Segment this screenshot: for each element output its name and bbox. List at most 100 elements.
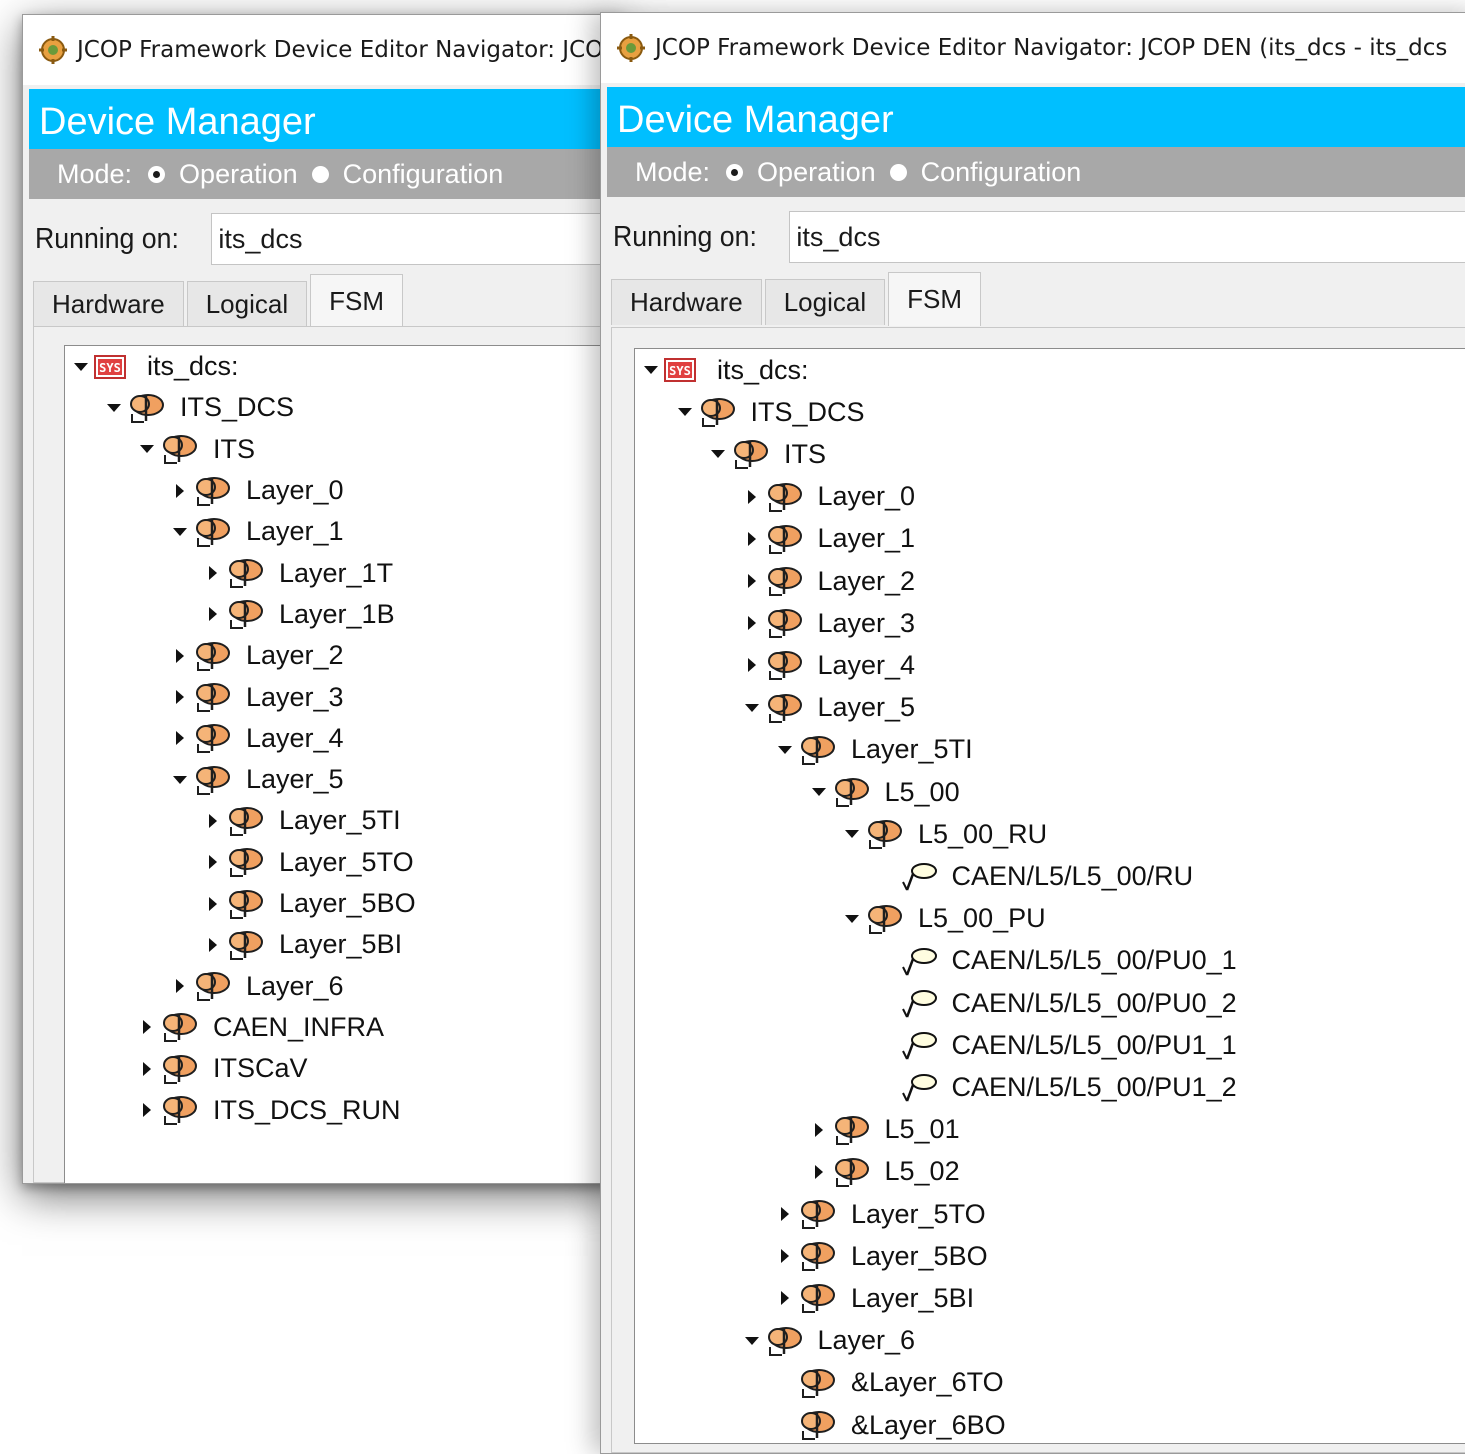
tree-item[interactable]: Layer_0 [744,476,915,518]
tree-item[interactable]: Layer_3 [744,602,915,644]
expand-arrow-icon[interactable] [172,978,188,994]
tree-item[interactable]: CAEN/L5/L5_00/PU1_1 [878,1024,1237,1066]
tab-logical[interactable]: Logical [764,279,886,325]
tree-item[interactable]: L5_01 [811,1109,960,1151]
expand-arrow-icon[interactable] [172,648,188,664]
den-window-front[interactable]: JCOP Framework Device Editor Navigator: … [600,12,1465,1454]
tree-item[interactable]: &Layer_6TO [777,1362,1004,1404]
tree-item[interactable]: Layer_1 [172,511,344,552]
expand-arrow-icon[interactable] [172,730,188,746]
den-window-back[interactable]: JCOP Framework Device Editor Navigator: … [22,14,624,1184]
tab-hardware[interactable]: Hardware [33,281,184,327]
tree-item[interactable]: Layer_6 [172,966,344,1007]
collapse-arrow-icon[interactable] [139,441,155,457]
tree-item[interactable]: &Layer_6BO [777,1404,1006,1443]
tree-item[interactable]: Layer_3 [172,676,344,717]
collapse-arrow-icon[interactable] [172,524,188,540]
tab-fsm[interactable]: FSM [888,272,982,326]
tree-item[interactable]: Layer_5BO [777,1235,988,1277]
tree-item[interactable]: Layer_5TO [205,842,414,883]
tree-item[interactable]: Layer_5BI [777,1277,974,1319]
expand-arrow-icon[interactable] [744,573,760,589]
tree-item[interactable]: CAEN/L5/L5_00/PU1_2 [878,1066,1237,1108]
expand-arrow-icon[interactable] [777,1206,793,1222]
collapse-arrow-icon[interactable] [844,826,860,842]
tab-fsm[interactable]: FSM [310,274,404,328]
collapse-arrow-icon[interactable] [106,400,122,416]
expand-arrow-icon[interactable] [744,657,760,673]
expand-arrow-icon[interactable] [172,689,188,705]
expand-arrow-icon[interactable] [139,1019,155,1035]
tree-item[interactable]: L5_00_RU [844,813,1047,855]
collapse-arrow-icon[interactable] [172,772,188,788]
tree-item[interactable]: Layer_5TO [777,1193,986,1235]
expand-arrow-icon[interactable] [205,813,221,829]
tree-item[interactable]: L5_02 [811,1151,960,1193]
tree-item[interactable]: Layer_0 [172,470,344,511]
tree-item[interactable]: CAEN/L5/L5_00/PU0_1 [878,940,1237,982]
expand-arrow-icon[interactable] [172,483,188,499]
mode-radio-operation[interactable]: Operation [726,157,876,188]
expand-arrow-icon[interactable] [811,1122,827,1138]
title-bar[interactable]: JCOP Framework Device Editor Navigator: … [23,15,623,85]
expand-arrow-icon[interactable] [777,1248,793,1264]
tree-item[interactable]: Layer_4 [172,718,344,759]
running-on-field[interactable]: its_dcs [789,211,1465,263]
tree-item[interactable]: Layer_4 [744,644,915,686]
mode-radio-configuration[interactable]: Configuration [311,159,503,190]
tree-item[interactable]: Layer_5TI [205,800,401,841]
collapse-arrow-icon[interactable] [777,742,793,758]
expand-arrow-icon[interactable] [744,489,760,505]
collapse-arrow-icon[interactable] [643,362,659,378]
tree-item[interactable]: ITS_DCS [677,391,865,433]
tree-item[interactable]: ITS [139,429,255,470]
mode-radio-configuration[interactable]: Configuration [889,157,1081,188]
tree-item[interactable]: ITS_DCS [106,387,294,428]
mode-radio-operation[interactable]: Operation [148,159,298,190]
expand-arrow-icon[interactable] [139,1102,155,1118]
tree-item[interactable]: Layer_6 [744,1320,915,1362]
tree-item[interactable]: ITS_DCS_RUN [139,1089,401,1130]
collapse-arrow-icon[interactable] [844,911,860,927]
tree-item[interactable]: Layer_1T [205,553,393,594]
fsm-tree-box[interactable]: SYS its_dcs: ITS_DCS ITS Layer_0 Layer_1 Layer… [634,348,1465,1444]
tree-item[interactable]: Layer_5TI [777,729,973,771]
expand-arrow-icon[interactable] [205,937,221,953]
tree-item[interactable]: SYS its_dcs: [643,349,809,391]
collapse-arrow-icon[interactable] [710,446,726,462]
expand-arrow-icon[interactable] [744,615,760,631]
collapse-arrow-icon[interactable] [73,359,89,375]
tree-item[interactable]: Layer_5 [172,759,344,800]
tree-item[interactable]: L5_00_PU [844,898,1046,940]
tree-item[interactable]: CAEN/L5/L5_00/RU [878,855,1193,897]
tree-item[interactable]: Layer_5BI [205,924,402,965]
tree-item[interactable]: L5_00 [811,771,960,813]
tree-item[interactable]: Layer_1B [205,594,395,635]
tree-item[interactable]: SYS its_dcs: [73,346,239,387]
title-bar[interactable]: JCOP Framework Device Editor Navigator: … [601,13,1465,83]
expand-arrow-icon[interactable] [811,1164,827,1180]
tab-logical[interactable]: Logical [186,281,308,327]
tree-item[interactable]: Layer_5BO [205,883,416,924]
tree-item[interactable]: CAEN_INFRA [139,1007,384,1048]
expand-arrow-icon[interactable] [777,1290,793,1306]
expand-arrow-icon[interactable] [139,1061,155,1077]
tree-item[interactable]: ITS [710,433,826,475]
tree-item[interactable]: ITSCaV [139,1048,308,1089]
fsm-tree-box[interactable]: SYS its_dcs: ITS_DCS ITS Layer_0 Layer_1 Layer… [64,345,623,1183]
collapse-arrow-icon[interactable] [811,784,827,800]
collapse-arrow-icon[interactable] [744,1333,760,1349]
expand-arrow-icon[interactable] [205,565,221,581]
expand-arrow-icon[interactable] [744,531,760,547]
tree-item[interactable]: Layer_2 [172,635,344,676]
tree-item[interactable]: Layer_2 [744,560,915,602]
tree-item[interactable]: Layer_1 [744,518,915,560]
collapse-arrow-icon[interactable] [744,700,760,716]
expand-arrow-icon[interactable] [205,896,221,912]
expand-arrow-icon[interactable] [205,854,221,870]
tab-hardware[interactable]: Hardware [611,279,762,325]
tree-item[interactable]: Layer_5 [744,687,915,729]
running-on-field[interactable]: its_dcs [211,213,623,265]
tree-item[interactable]: CAEN/L5/L5_00/PU0_2 [878,982,1237,1024]
expand-arrow-icon[interactable] [205,606,221,622]
